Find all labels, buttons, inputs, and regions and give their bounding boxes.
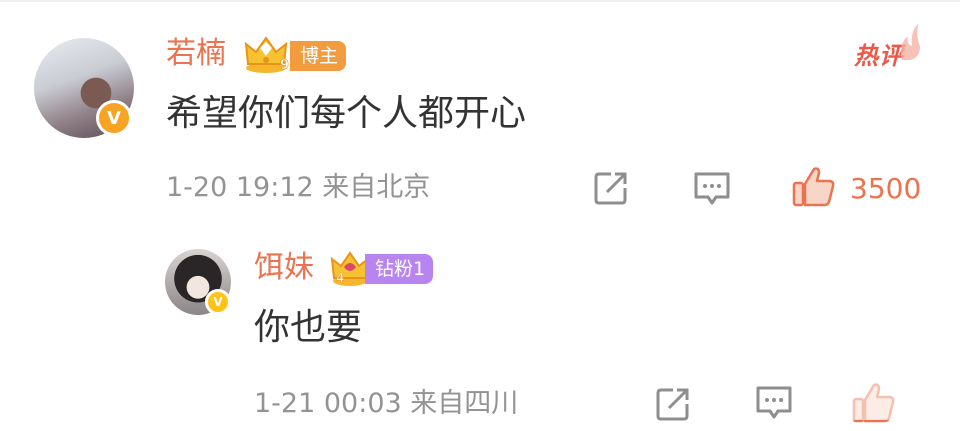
- crown-level-number: 4: [336, 271, 344, 285]
- watermark-overlay: [830, 380, 960, 420]
- comment-meta: 1-20 19:12 来自北京: [166, 172, 431, 203]
- commenter-username[interactable]: 若楠: [166, 36, 226, 72]
- comment-icon[interactable]: [754, 384, 794, 422]
- comment-text: 希望你们每个人都开心: [166, 93, 527, 134]
- hot-comment-tag: 热评: [854, 42, 904, 70]
- crown-icon: 9: [244, 36, 289, 73]
- hot-flame-icon: [900, 24, 920, 60]
- blogger-badge: 博主: [290, 41, 347, 71]
- top-divider: [0, 0, 960, 2]
- fan-badge: 钻粉1: [365, 254, 434, 284]
- verified-v-icon: V: [96, 100, 132, 136]
- replier-username[interactable]: 饵妹: [254, 250, 314, 286]
- like-count: 3500: [850, 172, 922, 205]
- reply-text: 你也要: [254, 307, 363, 348]
- share-icon[interactable]: [655, 386, 691, 422]
- crown-icon: 4: [330, 251, 370, 286]
- crown-level-number: 9: [280, 58, 289, 73]
- verified-v-icon: V: [205, 289, 231, 315]
- like-icon[interactable]: [792, 165, 836, 207]
- share-icon[interactable]: [593, 170, 629, 206]
- comment-icon[interactable]: [692, 170, 732, 208]
- reply-meta: 1-21 00:03 来自四川: [254, 388, 519, 419]
